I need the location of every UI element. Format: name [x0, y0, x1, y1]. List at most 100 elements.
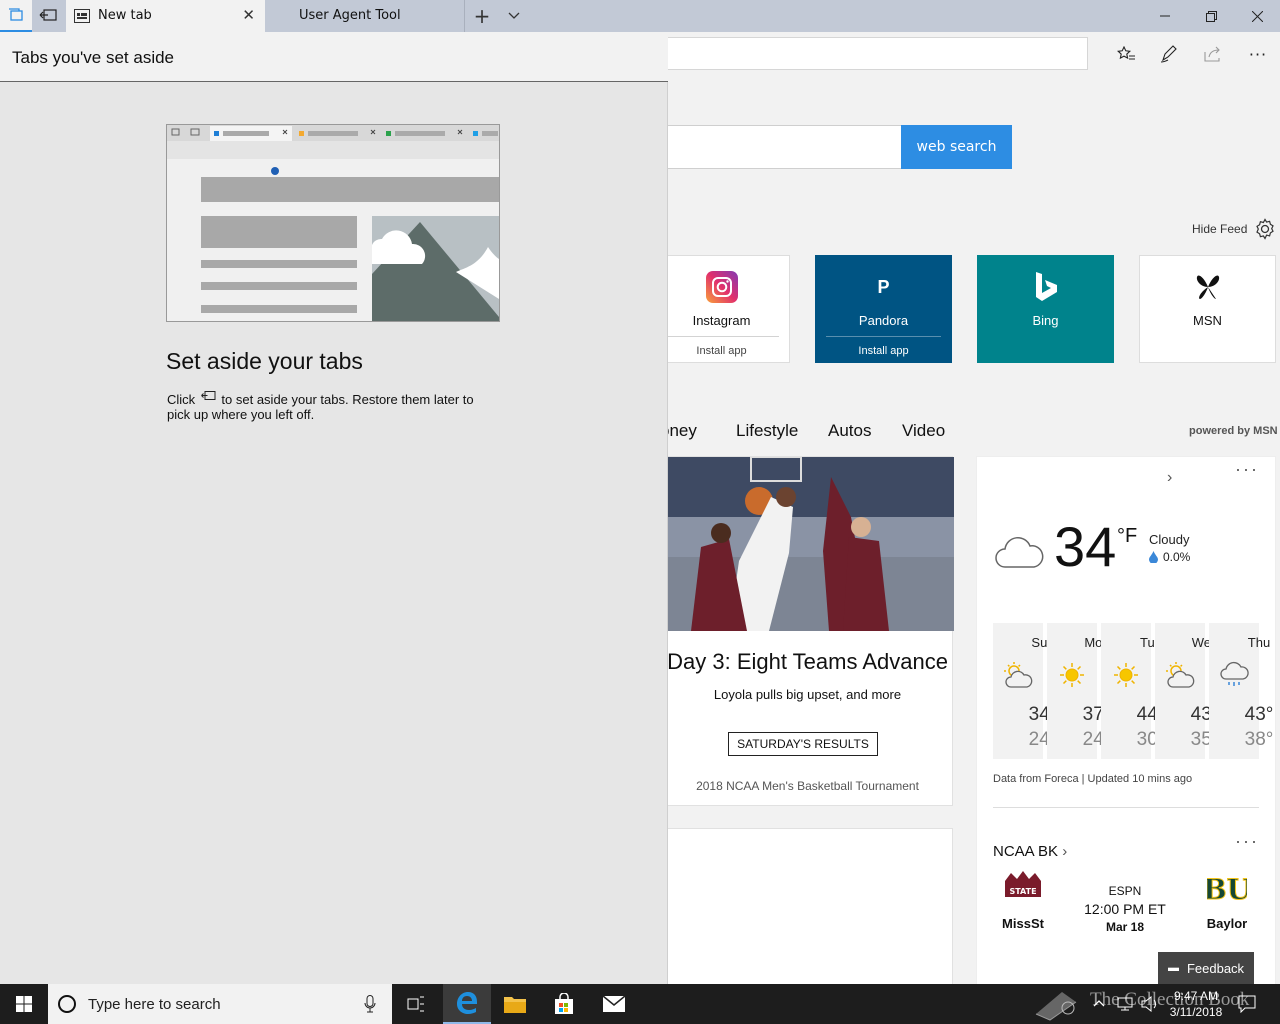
desc-part-1: Click	[167, 392, 196, 407]
powered-by-msn: powered by MSN	[1189, 425, 1278, 437]
chevron-down-icon	[508, 12, 520, 19]
minimize-button[interactable]	[1142, 0, 1188, 32]
temperature-unit[interactable]: °F	[1117, 525, 1137, 548]
feedback-button[interactable]: ▬ Feedback	[1158, 952, 1254, 984]
start-button[interactable]	[0, 984, 48, 1024]
instagram-icon	[705, 270, 739, 304]
tab-user-agent-tool[interactable]: User Agent Tool	[265, 0, 465, 32]
tabs-aside-icon	[9, 8, 23, 21]
game-network: ESPN	[1108, 884, 1142, 898]
forecast-high: 43°	[1244, 704, 1274, 725]
news-article-card[interactable]	[660, 828, 953, 988]
feedback-icon: ▬	[1167, 962, 1179, 974]
nav-link-video[interactable]: Video	[902, 421, 945, 441]
cortana-icon	[58, 995, 76, 1013]
baylor-logo: BU	[1202, 873, 1251, 907]
web-search-button[interactable]: web search	[901, 125, 1012, 169]
team-missst[interactable]: STATE MissSt	[993, 867, 1053, 931]
forecast-low: 38°	[1244, 729, 1274, 750]
tile-instagram[interactable]: Instagram Install app	[653, 255, 790, 363]
forecast-day[interactable]: Wed 43° 35°	[1155, 623, 1219, 759]
news-article-card[interactable]: Day 3: Eight Teams Advance Loyola pulls …	[660, 456, 954, 806]
cloudy-icon	[995, 537, 1044, 568]
gear-icon[interactable]	[1254, 218, 1276, 240]
edge-icon	[457, 992, 477, 1014]
install-app-link[interactable]: Install app	[826, 336, 941, 362]
hide-feed-link[interactable]: Hide Feed	[1192, 222, 1247, 236]
pandora-icon: P	[877, 276, 890, 297]
article-title[interactable]: Day 3: Eight Teams Advance	[661, 649, 954, 675]
store-button[interactable]	[540, 984, 588, 1024]
saturdays-results-button[interactable]: SATURDAY'S RESULTS	[728, 732, 878, 756]
partly-sunny-icon	[1166, 662, 1195, 688]
new-tab-button[interactable]: +	[466, 0, 498, 32]
game-info[interactable]: ESPN 12:00 PM ET Mar 18	[1077, 883, 1173, 936]
edge-taskbar-button[interactable]	[443, 984, 491, 1024]
install-app-link[interactable]: Install app	[664, 336, 779, 362]
ncaa-bk-link[interactable]: NCAA BK ›	[993, 843, 1067, 860]
set-aside-tabs-button[interactable]	[32, 0, 64, 32]
address-bar[interactable]	[640, 37, 1088, 70]
sunny-icon	[1060, 663, 1084, 687]
weather-data-source[interactable]: Data from Foreca | Updated 10 mins ago	[993, 773, 1192, 785]
settings-more-button[interactable]: ···	[1242, 38, 1274, 70]
search-placeholder: Type here to search	[88, 996, 221, 1013]
action-center-icon[interactable]	[1238, 995, 1256, 1013]
tile-bing[interactable]: Bing	[977, 255, 1114, 363]
clock[interactable]: 9:47 AM 3/11/2018	[1166, 988, 1226, 1020]
tabs-aside-button[interactable]	[0, 0, 32, 32]
forecast-day[interactable]: Sun 34° 24°	[993, 623, 1057, 759]
close-icon	[1251, 10, 1263, 22]
web-note-button[interactable]	[1153, 38, 1185, 70]
raindrop-icon	[1149, 551, 1158, 563]
windows-logo-icon	[16, 996, 32, 1012]
tab-new-tab[interactable]: New tab ✕	[66, 0, 265, 32]
divider	[993, 807, 1259, 808]
feedback-label: Feedback	[1186, 960, 1245, 976]
share-icon	[1204, 46, 1220, 62]
missst-logo: STATE	[1005, 871, 1041, 897]
taskbar-search-box[interactable]: Type here to search	[48, 984, 392, 1024]
store-icon	[555, 993, 573, 1014]
tab-preview-toggle[interactable]	[498, 0, 530, 32]
microphone-icon[interactable]	[364, 995, 376, 1013]
restore-button[interactable]	[1188, 0, 1234, 32]
nav-link-lifestyle[interactable]: Lifestyle	[736, 421, 798, 441]
chevron-up-icon[interactable]	[1092, 996, 1106, 1010]
share-button[interactable]	[1197, 38, 1229, 70]
tile-msn[interactable]: MSN	[1139, 255, 1276, 363]
chevron-right-icon[interactable]: ›	[1167, 469, 1172, 487]
set-aside-icon	[39, 9, 57, 21]
close-window-button[interactable]	[1234, 0, 1280, 32]
weather-card: › ··· 34 °F Cloudy 0.0% Sun 34° 24° Mon …	[976, 456, 1276, 986]
file-explorer-button[interactable]	[491, 984, 539, 1024]
team-baylor[interactable]: BU Baylor	[1197, 867, 1257, 932]
forecast-day[interactable]: Thu 43° 38°	[1209, 623, 1273, 759]
article-photo	[661, 457, 954, 631]
team-name: Baylor	[1206, 916, 1248, 931]
more-icon[interactable]: ···	[1235, 831, 1259, 852]
sunny-icon	[1114, 663, 1138, 687]
clock-time: 9:47 AM	[1173, 989, 1219, 1003]
network-icon[interactable]	[1116, 996, 1134, 1012]
more-icon[interactable]: ···	[1235, 459, 1259, 480]
forecast-day[interactable]: Mon 37° 24°	[1047, 623, 1111, 759]
restore-icon	[1205, 10, 1217, 22]
mail-button[interactable]	[590, 984, 638, 1024]
tile-label: Instagram	[692, 313, 751, 328]
ncaa-title: NCAA BK	[993, 843, 1059, 860]
nav-link-autos[interactable]: Autos	[828, 421, 871, 441]
set-aside-icon	[200, 391, 216, 400]
tab-bar: New tab ✕ User Agent Tool +	[0, 0, 1280, 32]
tile-pandora[interactable]: P Pandora Install app	[815, 255, 952, 363]
article-subtitle: Loyola pulls big upset, and more	[713, 687, 902, 702]
task-view-button[interactable]	[392, 984, 440, 1024]
chevron-right-icon: ›	[1062, 843, 1068, 860]
volume-icon[interactable]	[1141, 996, 1159, 1012]
minimize-icon	[1160, 15, 1170, 17]
new-tab-page-icon	[74, 9, 90, 23]
close-tab-icon[interactable]: ✕	[242, 6, 255, 24]
forecast-day[interactable]: Tue 44° 30°	[1101, 623, 1165, 759]
game-date: Mar 18	[1105, 920, 1145, 935]
favorites-hub-button[interactable]	[1110, 38, 1142, 70]
